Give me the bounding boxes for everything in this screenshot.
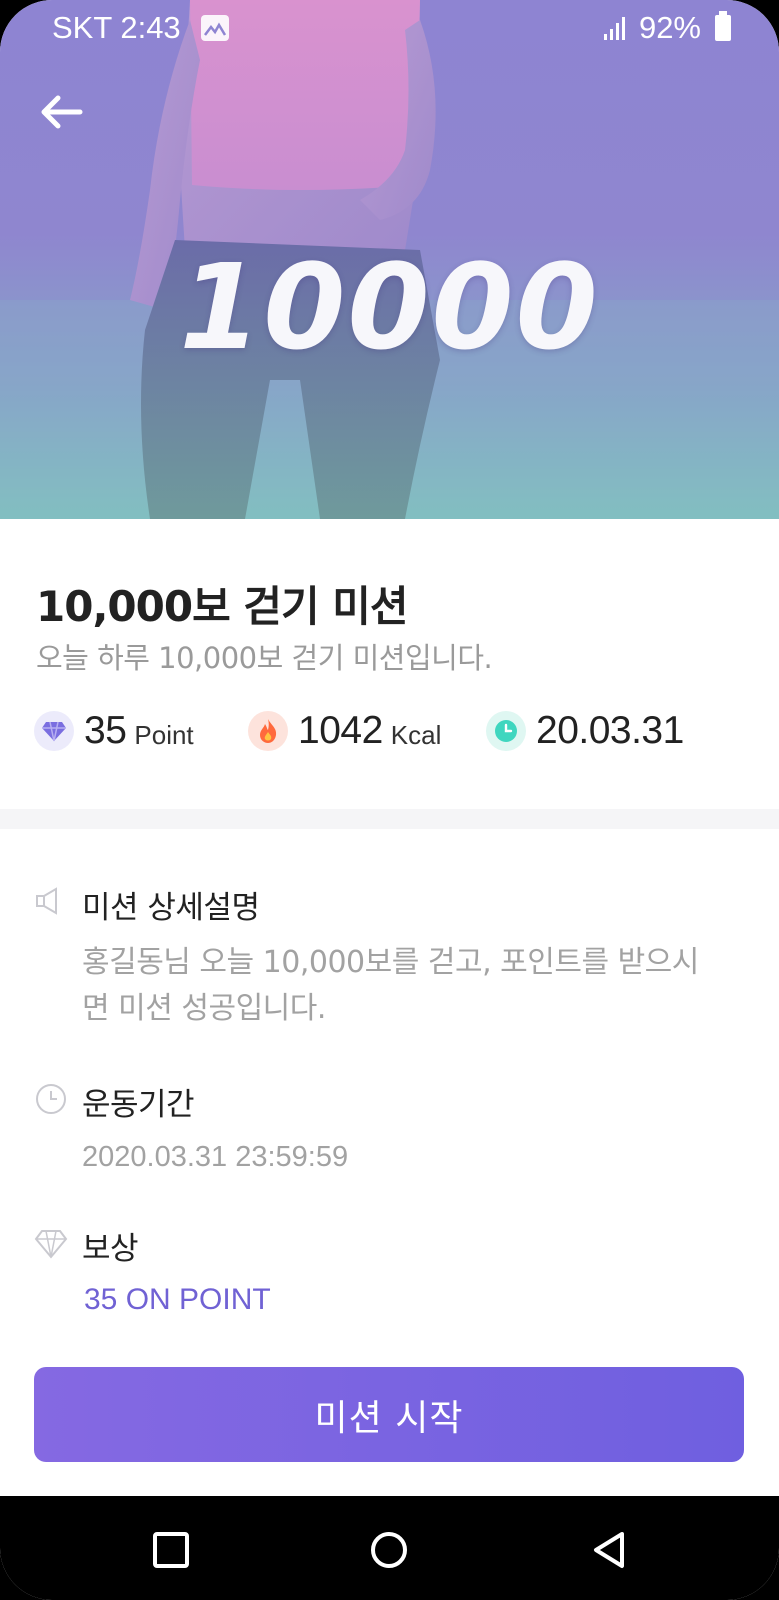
- battery-icon: [715, 11, 731, 41]
- stat-points: 35 Point: [34, 709, 194, 753]
- period-value: 2020.03.31 23:59:59: [82, 1141, 349, 1173]
- diamond-icon: [34, 711, 74, 751]
- home-circle-icon[interactable]: [367, 1528, 411, 1572]
- megaphone-icon: [36, 887, 57, 915]
- mission-summary: 10,000보 걷기 미션 오늘 하루 10,000보 걷기 미션입니다. 35…: [0, 519, 779, 809]
- description-text: 홍길동님 오늘 10,000보를 걷고, 포인트를 받으시면 미션 성공입니다.: [82, 945, 699, 1026]
- arrow-left-icon: [41, 95, 83, 129]
- clock-icon: [486, 711, 526, 751]
- stat-kcal: 1042 Kcal: [248, 709, 441, 753]
- stat-date: 20.03.31: [486, 709, 684, 753]
- back-triangle-icon[interactable]: [588, 1528, 632, 1572]
- mission-stats: 35 Point 1042 Kcal 20.03.31: [34, 709, 754, 759]
- period-title: 운동기간: [82, 1087, 195, 1123]
- section-divider: [0, 809, 779, 829]
- description-title: 미션 상세설명: [82, 890, 260, 926]
- start-mission-button[interactable]: 미션 시작: [34, 1367, 744, 1462]
- hero-step-count: 10000: [179, 238, 600, 376]
- back-button[interactable]: [36, 92, 88, 132]
- flame-icon: [248, 711, 288, 751]
- carrier-time: SKT 2:43: [52, 10, 181, 45]
- gallery-icon: [200, 15, 229, 41]
- status-bar: SKT 2:43 92%: [0, 0, 779, 56]
- mission-title: 10,000보 걷기 미션: [36, 582, 409, 631]
- screen: SKT 2:43 92% 10000 10,000보 걷기 미션 오늘 하루 1…: [0, 0, 779, 1600]
- signal-icon: [603, 16, 625, 40]
- diamond-outline-icon: [34, 1230, 68, 1259]
- hero-banner: SKT 2:43 92% 10000: [0, 0, 779, 519]
- mission-subtitle: 오늘 하루 10,000보 걷기 미션입니다.: [36, 641, 493, 675]
- recents-square-icon[interactable]: [149, 1528, 193, 1572]
- reward-value: 35 ON POINT: [84, 1283, 271, 1316]
- reward-title: 보상: [82, 1231, 139, 1267]
- system-nav-bar: [0, 1496, 779, 1600]
- clock-outline-icon: [36, 1084, 66, 1114]
- battery-percent: 92%: [638, 10, 701, 45]
